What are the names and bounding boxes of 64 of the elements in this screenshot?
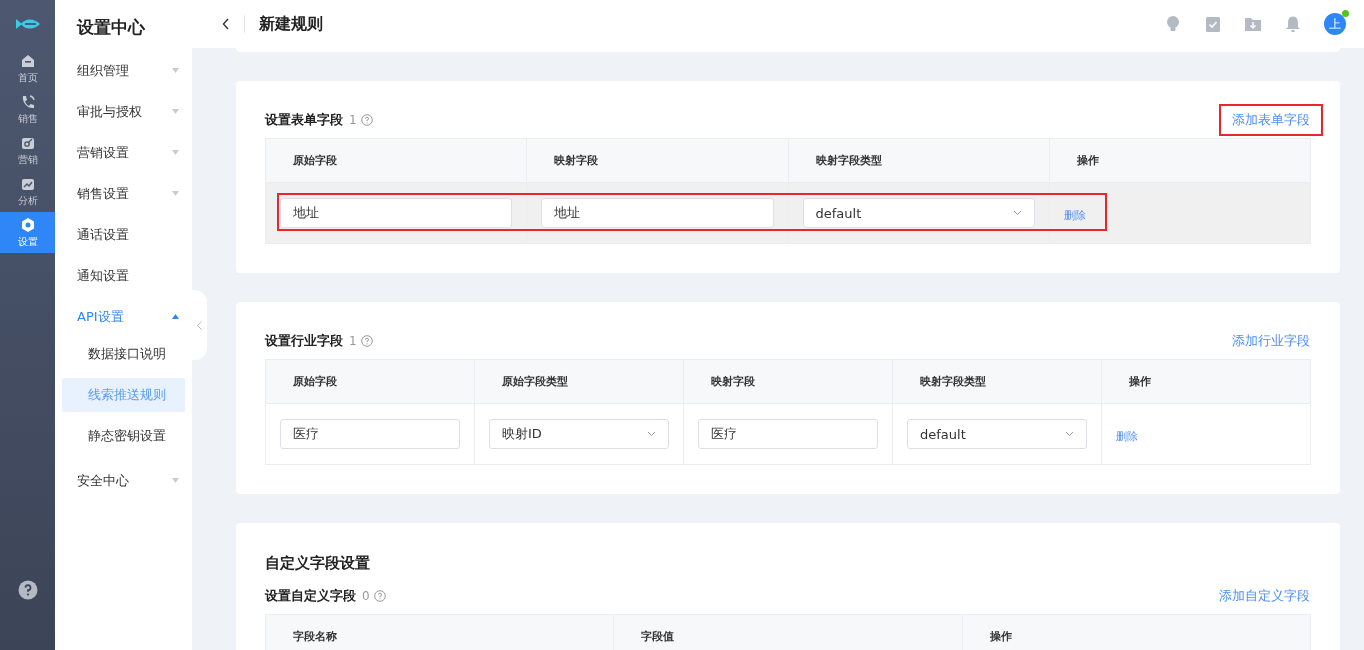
section-title: 设置表单字段 — [265, 111, 343, 129]
rail-item[interactable]: 分析 — [0, 171, 55, 212]
column-header: 原始字段 — [265, 359, 475, 404]
section-title: 设置自定义字段 — [265, 587, 356, 605]
caret-icon — [172, 191, 179, 196]
sidebar-item[interactable]: 安全中心 — [55, 460, 192, 501]
column-header: 操作 — [962, 614, 1311, 650]
rail-item[interactable]: 设置 — [0, 212, 55, 253]
caret-icon — [172, 314, 179, 319]
sidebar-item[interactable]: 通话设置 — [55, 214, 192, 255]
help-icon[interactable] — [360, 114, 373, 126]
sidebar-title: 设置中心 — [75, 16, 146, 39]
user-avatar[interactable]: 上 — [1324, 13, 1346, 35]
field-count: 0 — [362, 589, 370, 603]
column-header: 字段值 — [613, 614, 963, 650]
caret-icon — [172, 478, 179, 483]
sidebar-item[interactable]: 通知设置 — [55, 255, 192, 296]
caret-icon — [172, 68, 179, 73]
clipboard-check-icon[interactable] — [1204, 15, 1222, 33]
column-header: 映射字段类型 — [788, 138, 1050, 183]
column-header: 映射字段类型 — [892, 359, 1102, 404]
chevron-down-icon — [1065, 431, 1074, 437]
section-heading: 自定义字段设置 — [265, 554, 371, 573]
chevron-down-icon — [1012, 210, 1022, 216]
lightbulb-icon[interactable] — [1164, 15, 1182, 33]
select-field[interactable]: default — [907, 419, 1087, 449]
input-field[interactable]: 地址 — [280, 198, 513, 228]
sidebar-item[interactable]: 审批与授权 — [55, 91, 192, 132]
sidebar-subitem[interactable]: 数据接口说明 — [62, 337, 185, 371]
column-header: 字段名称 — [265, 614, 614, 650]
help-icon[interactable] — [17, 580, 38, 600]
rail-item[interactable]: 首页 — [0, 48, 55, 89]
column-header: 映射字段 — [683, 359, 893, 404]
bell-icon[interactable] — [1284, 15, 1302, 33]
select-field[interactable]: default — [802, 198, 1035, 228]
column-header: 操作 — [1049, 138, 1311, 183]
page-title: 新建规则 — [259, 13, 323, 35]
rail-item[interactable]: 营销 — [0, 130, 55, 171]
field-count: 1 — [349, 113, 357, 127]
input-field[interactable]: 地址 — [541, 198, 774, 228]
folder-download-icon[interactable] — [1244, 15, 1262, 33]
sidebar-subitem[interactable]: 静态密钥设置 — [62, 419, 185, 453]
column-header: 原始字段类型 — [474, 359, 684, 404]
column-header: 原始字段 — [265, 138, 527, 183]
help-icon[interactable] — [360, 335, 373, 347]
rail-item[interactable]: 销售 — [0, 89, 55, 130]
select-field[interactable]: 映射ID — [489, 419, 669, 449]
input-field[interactable]: 医疗 — [698, 419, 878, 449]
back-icon[interactable] — [222, 18, 230, 30]
caret-icon — [172, 109, 179, 114]
sidebar-item[interactable]: 营销设置 — [55, 132, 192, 173]
input-field[interactable]: 医疗 — [280, 419, 460, 449]
sidebar-item[interactable]: 组织管理 — [55, 50, 192, 91]
column-header: 映射字段 — [526, 138, 788, 183]
sidebar-item[interactable]: 销售设置 — [55, 173, 192, 214]
caret-icon — [172, 150, 179, 155]
help-icon[interactable] — [373, 590, 386, 602]
fish-logo-icon[interactable] — [13, 17, 42, 31]
column-header: 操作 — [1101, 359, 1311, 404]
field-count: 1 — [349, 334, 357, 348]
sidebar-item[interactable]: API设置 — [55, 296, 192, 337]
section-title: 设置行业字段 — [265, 332, 343, 350]
collapse-handle[interactable] — [192, 290, 207, 360]
chevron-down-icon — [647, 431, 656, 437]
